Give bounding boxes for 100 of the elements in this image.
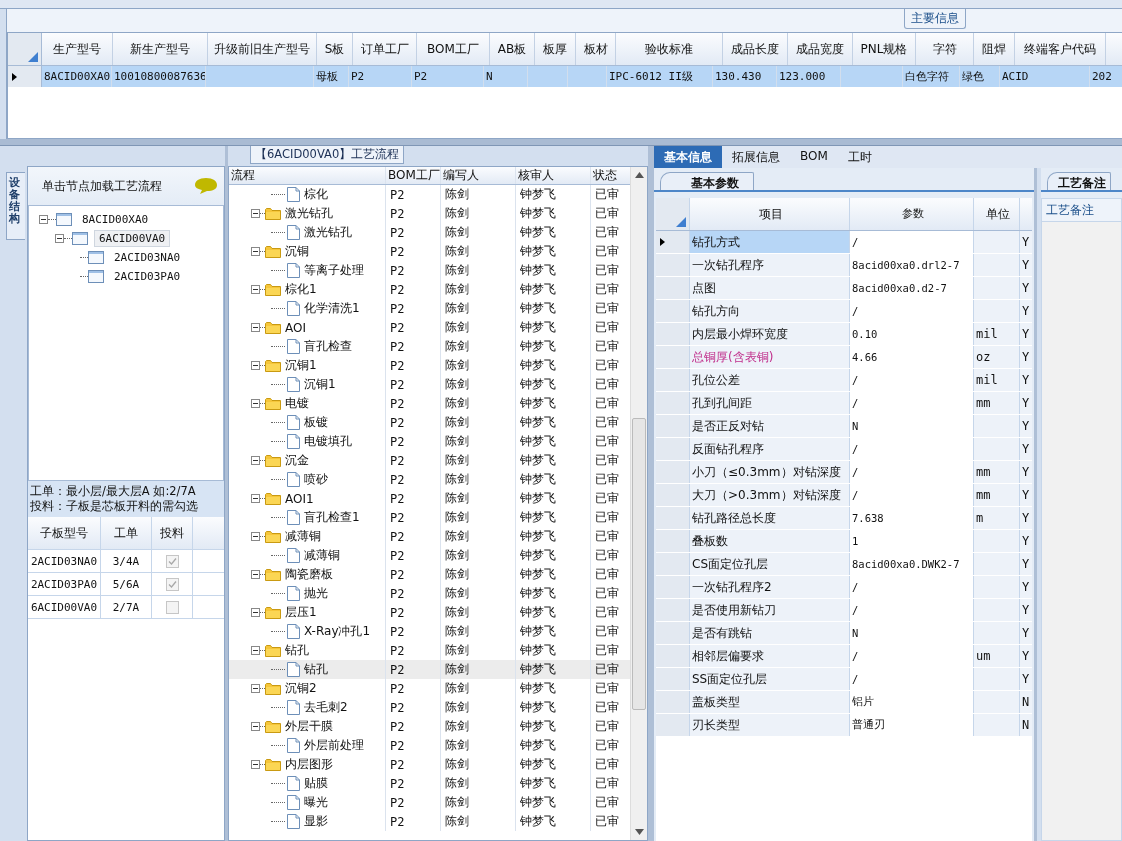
table-row[interactable]: 等离子处理 P2 陈剑 钟梦飞 已审 (229, 261, 630, 280)
table-row[interactable]: 电镀填孔 P2 陈剑 钟梦飞 已审 (229, 432, 630, 451)
side-tab[interactable]: 设备结构 (6, 172, 25, 240)
process-step[interactable]: 外层干膜 (285, 718, 333, 735)
table-row[interactable]: 沉铜 P2 陈剑 钟梦飞 已审 (229, 242, 630, 261)
scroll-down-icon[interactable] (634, 829, 644, 835)
column-header[interactable]: 核审人 (516, 167, 591, 184)
collapse-icon[interactable] (251, 399, 260, 408)
column-header[interactable]: 投料 (152, 517, 193, 549)
splitter-handle[interactable] (0, 139, 1122, 146)
column-header[interactable]: 订单工厂 (353, 33, 417, 65)
process-step[interactable]: 盲孔检查 (304, 338, 352, 355)
column-header[interactable]: 板厚 (535, 33, 576, 65)
collapse-icon[interactable] (251, 323, 260, 332)
tree-item[interactable]: 8ACID00XA0 (78, 212, 153, 227)
column-header[interactable]: 成品长度 (723, 33, 788, 65)
row-header[interactable] (656, 231, 690, 253)
process-step[interactable]: 沉金 (285, 452, 309, 469)
collapse-icon[interactable] (251, 247, 260, 256)
process-step[interactable]: 棕化 (304, 186, 328, 203)
column-header[interactable]: 工单 (101, 517, 152, 549)
tree-item[interactable]: 2ACID03PA0 (110, 269, 185, 284)
column-header[interactable]: AB板 (490, 33, 535, 65)
collapse-icon[interactable] (251, 456, 260, 465)
process-step[interactable]: 盲孔检查1 (304, 509, 360, 526)
column-header[interactable]: 阻焊 (974, 33, 1015, 65)
column-header[interactable]: 子板型号 (28, 517, 101, 549)
column-header[interactable]: S板 (317, 33, 353, 65)
column-header[interactable]: BOM工厂 (386, 167, 441, 184)
process-step[interactable]: 显影 (304, 813, 328, 830)
tab[interactable]: 工时 (837, 146, 882, 168)
table-row[interactable]: 喷砂 P2 陈剑 钟梦飞 已审 (229, 470, 630, 489)
column-header[interactable]: 单位 (974, 198, 1020, 230)
column-header[interactable]: 板材 (576, 33, 616, 65)
collapse-icon[interactable] (55, 234, 64, 243)
column-header[interactable]: 新生产型号 (113, 33, 208, 65)
collapse-icon[interactable] (251, 608, 260, 617)
tree-item[interactable]: 6ACID00VA0 (94, 230, 171, 247)
tab[interactable]: 拓展信息 (722, 146, 790, 168)
process-step[interactable]: X-Ray冲孔1 (304, 623, 371, 640)
table-row[interactable]: 板镀 P2 陈剑 钟梦飞 已审 (229, 413, 630, 432)
process-step[interactable]: 减薄铜 (304, 547, 340, 564)
process-step[interactable]: 钻孔 (285, 642, 309, 659)
process-step[interactable]: AOI (285, 320, 306, 335)
table-row[interactable]: 曝光 P2 陈剑 钟梦飞 已审 (229, 793, 630, 812)
collapse-icon[interactable] (251, 760, 260, 769)
process-step[interactable]: 沉铜 (285, 243, 309, 260)
column-header[interactable]: 状态 (591, 167, 630, 184)
process-step[interactable]: 电镀 (285, 395, 309, 412)
table-row[interactable]: 外层干膜 P2 陈剑 钟梦飞 已审 (229, 717, 630, 736)
process-step[interactable]: 内层图形 (285, 756, 333, 773)
table-row[interactable]: 抛光 P2 陈剑 钟梦飞 已审 (229, 584, 630, 603)
table-row[interactable]: 减薄铜 P2 陈剑 钟梦飞 已审 (229, 527, 630, 546)
table-row[interactable]: 显影 P2 陈剑 钟梦飞 已审 (229, 812, 630, 831)
scrollbar[interactable] (630, 167, 647, 840)
process-step[interactable]: AOI1 (285, 491, 314, 506)
process-step[interactable]: 曝光 (304, 794, 328, 811)
process-step[interactable]: 化学清洗1 (304, 300, 360, 317)
table-row[interactable]: 电镀 P2 陈剑 钟梦飞 已审 (229, 394, 630, 413)
process-step[interactable]: 沉铜1 (304, 376, 336, 393)
process-step[interactable]: 贴膜 (304, 775, 328, 792)
collapse-icon[interactable] (251, 722, 260, 731)
process-step[interactable]: 去毛刺2 (304, 699, 348, 716)
process-step[interactable]: 层压1 (285, 604, 317, 621)
table-row[interactable]: 激光钻孔 P2 陈剑 钟梦飞 已审 (229, 204, 630, 223)
table-row[interactable]: 沉铜1 P2 陈剑 钟梦飞 已审 (229, 375, 630, 394)
process-step[interactable]: 沉铜1 (285, 357, 317, 374)
collapse-icon[interactable] (39, 215, 48, 224)
table-row[interactable]: 棕化1 P2 陈剑 钟梦飞 已审 (229, 280, 630, 299)
column-header[interactable]: PNL规格 (853, 33, 916, 65)
table-row[interactable]: 陶瓷磨板 P2 陈剑 钟梦飞 已审 (229, 565, 630, 584)
table-row[interactable]: 激光钻孔 P2 陈剑 钟梦飞 已审 (229, 223, 630, 242)
scroll-up-icon[interactable] (634, 172, 644, 178)
column-header[interactable]: 编写人 (441, 167, 516, 184)
column-header[interactable]: 终端客户代码 (1015, 33, 1106, 65)
table-row[interactable]: 贴膜 P2 陈剑 钟梦飞 已审 (229, 774, 630, 793)
scroll-thumb[interactable] (632, 418, 646, 710)
collapse-icon[interactable] (251, 285, 260, 294)
collapse-icon[interactable] (251, 209, 260, 218)
table-row[interactable]: 层压1 P2 陈剑 钟梦飞 已审 (229, 603, 630, 622)
checkbox[interactable] (165, 554, 179, 568)
table-row[interactable]: AOI P2 陈剑 钟梦飞 已审 (229, 318, 630, 337)
table-row[interactable]: 钻孔 P2 陈剑 钟梦飞 已审 (229, 660, 630, 679)
checkbox[interactable] (165, 600, 179, 614)
section-tab[interactable]: 基本参数 (660, 172, 754, 190)
column-header[interactable]: 验收标准 (616, 33, 723, 65)
process-step[interactable]: 激光钻孔 (304, 224, 352, 241)
column-header[interactable]: 字符 (916, 33, 974, 65)
tab[interactable]: 基本信息 (654, 146, 722, 168)
table-row[interactable]: 盲孔检查 P2 陈剑 钟梦飞 已审 (229, 337, 630, 356)
column-header[interactable]: BOM工厂 (417, 33, 490, 65)
section-tab[interactable]: 工艺备注 (1047, 172, 1111, 190)
process-step[interactable]: 喷砂 (304, 471, 328, 488)
process-step[interactable]: 沉铜2 (285, 680, 317, 697)
column-header[interactable]: 生产型号 (42, 33, 113, 65)
tab[interactable]: BOM (790, 146, 838, 168)
collapse-icon[interactable] (251, 646, 260, 655)
checkbox[interactable] (165, 577, 179, 591)
collapse-icon[interactable] (251, 361, 260, 370)
process-step[interactable]: 陶瓷磨板 (285, 566, 333, 583)
